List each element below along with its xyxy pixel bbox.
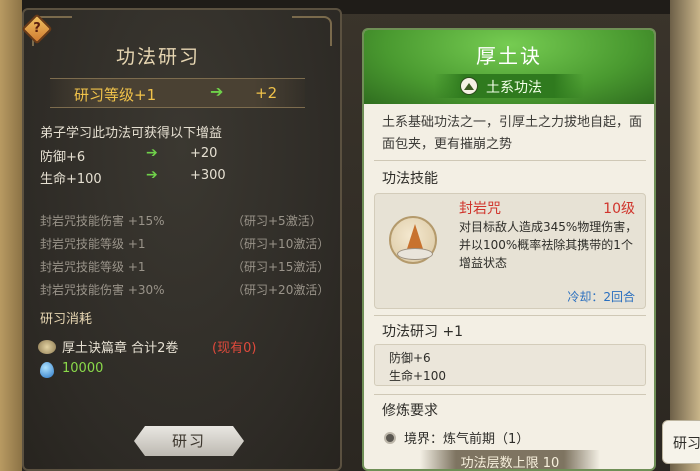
divider xyxy=(374,394,646,395)
skill-card[interactable]: 封岩咒 10级 对目标敌人造成345%物理伤害，并以100%概率祛除其携带的1个… xyxy=(374,193,646,309)
locked-condition: （研习+5激活） xyxy=(232,214,322,228)
earth-element-icon xyxy=(460,77,478,95)
rock-skill-icon xyxy=(389,216,437,264)
study-stats-box: 防御+6 生命+100 xyxy=(374,344,646,386)
gain-to: +20 xyxy=(190,146,218,161)
requirement-status-icon xyxy=(384,432,396,444)
layer-cap-banner: 功法层数上限 10 xyxy=(420,450,600,471)
skill-description: 对目标敌人造成345%物理伤害，并以100%概率祛除其携带的1个增益状态 xyxy=(459,220,638,270)
level-label: 研习等级+1 xyxy=(74,86,157,104)
study-button[interactable]: 研习 xyxy=(134,426,244,456)
gain-stat: 防御+6 xyxy=(40,150,86,165)
arrow-right-icon: ➔ xyxy=(146,145,158,161)
background-right xyxy=(670,0,700,471)
gain-intro: 弟子学习此功法可获得以下增益 xyxy=(40,126,223,141)
skill-cooldown: 冷却：2回合 xyxy=(567,290,635,304)
divider xyxy=(374,315,646,316)
locked-bonus: 封岩咒技能伤害 +15% xyxy=(40,214,165,228)
book-icon xyxy=(38,340,56,354)
gain-to: +300 xyxy=(190,168,226,183)
cost-have: (现有0) xyxy=(212,341,257,356)
skill-level: 10级 xyxy=(603,201,635,217)
locked-condition: （研习+20激活） xyxy=(232,283,330,297)
locked-bonus: 封岩咒技能伤害 +30% xyxy=(40,283,165,297)
arrow-right-icon: ➔ xyxy=(210,82,224,101)
study-stat: 生命+100 xyxy=(389,369,446,383)
arrow-right-icon: ➔ xyxy=(146,167,158,183)
cost-currency: 10000 xyxy=(62,361,104,376)
skill-book-title: 厚土诀 xyxy=(476,44,542,68)
locked-bonus: 封岩咒技能等级 +1 xyxy=(40,260,146,274)
cost-title: 研习消耗 xyxy=(40,312,93,327)
level-banner: 研习等级+1 ➔ +2 xyxy=(50,78,305,108)
skill-name: 封岩咒 xyxy=(459,201,501,217)
study-section-title: 功法研习 +1 xyxy=(382,324,464,340)
detail-header: 厚土诀 土系功法 xyxy=(364,30,654,104)
skill-type: 土系功法 xyxy=(486,80,542,96)
gain-stat: 生命+100 xyxy=(40,172,102,187)
skill-book-description: 土系基础功法之一，引厚土之力拔地自起，面面包夹，更有摧崩之势 xyxy=(382,115,643,152)
side-tab-study[interactable]: 研习 xyxy=(662,420,700,464)
locked-condition: （研习+10激活） xyxy=(232,237,330,251)
background-left xyxy=(0,0,22,471)
locked-condition: （研习+15激活） xyxy=(232,260,330,274)
screen: ? 功法研习 研习等级+1 ➔ +2 弟子学习此功法可获得以下增益 防御+6 ➔… xyxy=(0,0,700,471)
locked-bonus: 封岩咒技能等级 +1 xyxy=(40,237,146,251)
skill-section-title: 功法技能 xyxy=(382,171,438,187)
layer-cap-text: 功法层数上限 10 xyxy=(460,456,560,471)
skill-detail-panel: 厚土诀 土系功法 土系基础功法之一，引厚土之力拔地自起，面面包夹，更有摧崩之势 … xyxy=(362,28,656,471)
study-stat: 防御+6 xyxy=(389,351,431,365)
requirement-text: 境界：炼气前期（1） xyxy=(404,432,530,447)
panel-title: 功法研习 xyxy=(115,46,200,68)
divider xyxy=(374,160,646,161)
requirement-section-title: 修炼要求 xyxy=(382,403,438,419)
type-banner: 土系功法 xyxy=(434,74,584,98)
spirit-stone-icon xyxy=(40,362,54,378)
level-to: +2 xyxy=(255,84,278,102)
cost-item: 厚土诀篇章 合计2卷 xyxy=(62,341,179,356)
side-tab-label: 研习 xyxy=(673,436,700,452)
